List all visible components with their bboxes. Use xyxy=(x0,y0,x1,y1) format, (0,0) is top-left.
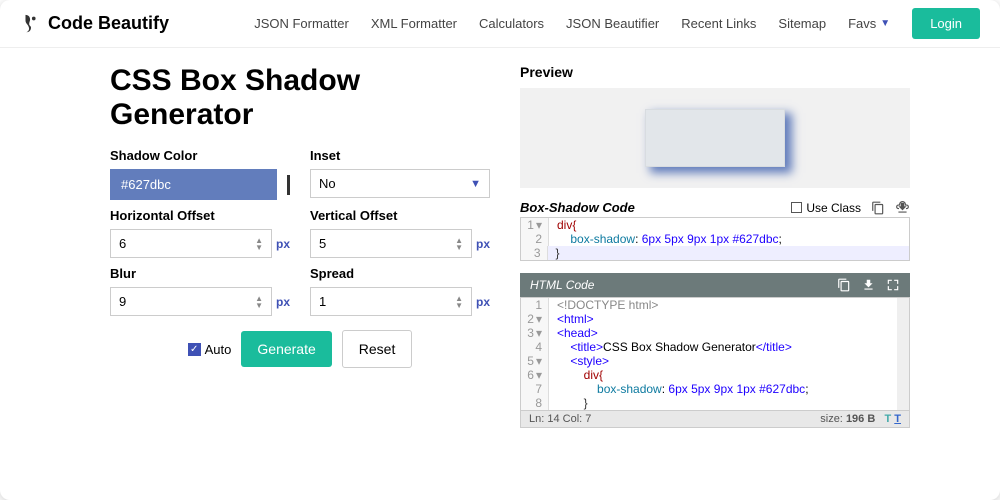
preview-box xyxy=(645,109,785,167)
auto-checkbox[interactable]: ✓Auto xyxy=(188,342,232,357)
blur-input[interactable]: 9▲▼ xyxy=(110,287,272,316)
copy-icon[interactable] xyxy=(871,201,885,215)
chevron-down-icon: ▼ xyxy=(470,178,481,190)
preview-label: Preview xyxy=(520,64,910,80)
brand-text: Code Beautify xyxy=(48,13,169,34)
box-shadow-code[interactable]: 1▾div{ 2 box-shadow: 6px 5px 9px 1px #62… xyxy=(520,217,910,261)
checkbox-checked-icon: ✓ xyxy=(188,343,201,356)
nav-json-beautifier[interactable]: JSON Beautifier xyxy=(566,16,659,31)
nav-calculators[interactable]: Calculators xyxy=(479,16,544,31)
status-bar: Ln: 14 Col: 7 size: 196 B T T xyxy=(520,411,910,428)
inset-label: Inset xyxy=(310,148,490,163)
inset-select[interactable]: No ▼ xyxy=(310,169,490,198)
unit-label: px xyxy=(276,295,290,309)
nav-json-formatter[interactable]: JSON Formatter xyxy=(254,16,349,31)
spinner-icon[interactable]: ▲▼ xyxy=(255,295,263,309)
unit-label: px xyxy=(276,237,290,251)
checkbox-empty-icon xyxy=(791,202,802,213)
spinner-icon[interactable]: ▲▼ xyxy=(255,237,263,251)
shadow-color-label: Shadow Color xyxy=(110,148,290,163)
preview-area xyxy=(520,88,910,188)
chevron-down-icon: ▼ xyxy=(880,18,890,29)
download-icon[interactable] xyxy=(895,201,910,215)
page-title: CSS Box Shadow Generator xyxy=(110,64,490,132)
text-tool-alt-icon[interactable]: T xyxy=(894,413,901,425)
logo-icon xyxy=(20,13,42,35)
copy-icon[interactable] xyxy=(837,278,851,292)
spinner-icon[interactable]: ▲▼ xyxy=(455,295,463,309)
v-offset-label: Vertical Offset xyxy=(310,208,490,223)
box-shadow-code-title: Box-Shadow Code xyxy=(520,200,635,215)
download-icon[interactable] xyxy=(861,278,876,292)
unit-label: px xyxy=(476,295,490,309)
nav-favs[interactable]: Favs▼ xyxy=(848,16,890,31)
spinner-icon[interactable]: ▲▼ xyxy=(455,237,463,251)
expand-icon[interactable] xyxy=(886,278,900,292)
use-class-checkbox[interactable]: Use Class xyxy=(791,201,861,215)
login-button[interactable]: Login xyxy=(912,8,980,39)
nav-xml-formatter[interactable]: XML Formatter xyxy=(371,16,457,31)
nav-sitemap[interactable]: Sitemap xyxy=(778,16,826,31)
blur-label: Blur xyxy=(110,266,290,281)
spread-label: Spread xyxy=(310,266,490,281)
h-offset-input[interactable]: 6▲▼ xyxy=(110,229,272,258)
nav-recent-links[interactable]: Recent Links xyxy=(681,16,756,31)
unit-label: px xyxy=(476,237,490,251)
top-bar: Code Beautify JSON Formatter XML Formatt… xyxy=(0,0,1000,48)
spread-input[interactable]: 1▲▼ xyxy=(310,287,472,316)
color-swatch[interactable]: #627dbc xyxy=(110,169,277,200)
html-code[interactable]: 1<!DOCTYPE html> 2▾<html> 3▾<head> 4 <ti… xyxy=(520,297,910,411)
html-code-title: HTML Code xyxy=(530,278,594,292)
generate-button[interactable]: Generate xyxy=(241,331,331,367)
shadow-color-input[interactable]: #627dbc xyxy=(110,169,290,200)
scrollbar[interactable] xyxy=(897,298,909,410)
top-nav: JSON Formatter XML Formatter Calculators… xyxy=(254,8,980,39)
h-offset-label: Horizontal Offset xyxy=(110,208,290,223)
cursor-position: Ln: 14 Col: 7 xyxy=(529,413,591,425)
text-tool-icon[interactable]: T xyxy=(884,413,891,425)
html-code-header: HTML Code xyxy=(520,273,910,297)
brand-logo[interactable]: Code Beautify xyxy=(20,13,169,35)
v-offset-input[interactable]: 5▲▼ xyxy=(310,229,472,258)
reset-button[interactable]: Reset xyxy=(342,330,413,368)
color-picker-icon[interactable] xyxy=(287,175,290,195)
